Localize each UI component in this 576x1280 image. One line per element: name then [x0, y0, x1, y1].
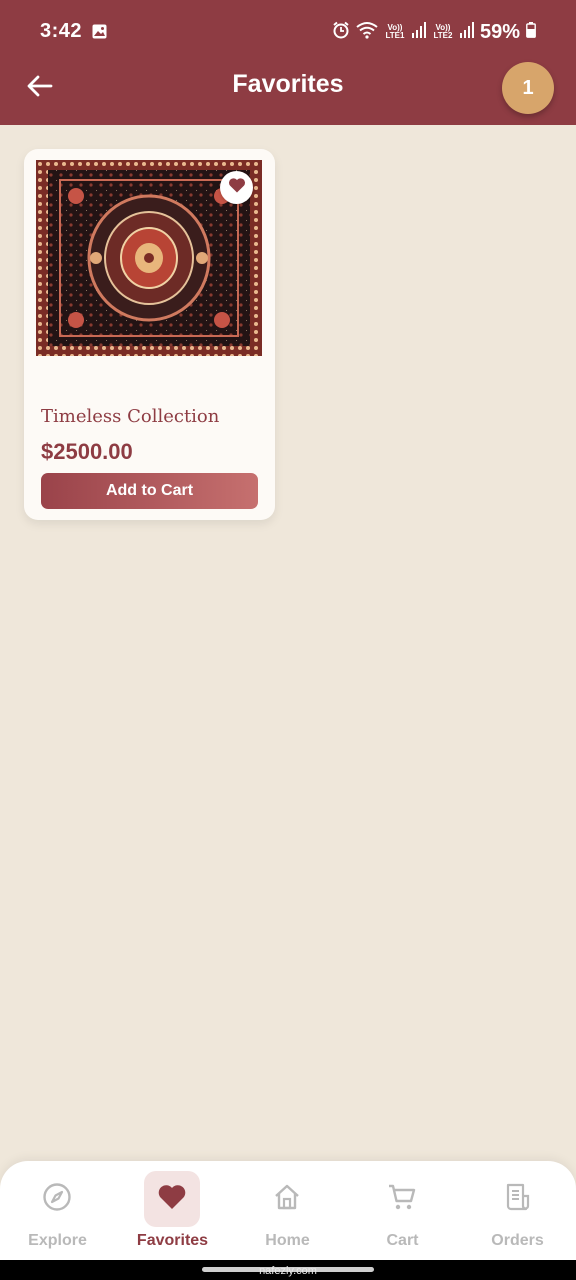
compass-icon	[42, 1182, 72, 1217]
favorite-toggle-button[interactable]	[220, 171, 253, 204]
battery-percent: 59%	[479, 20, 520, 43]
product-price: $2500.00	[41, 439, 133, 464]
alarm-icon	[332, 21, 350, 44]
bottom-navigation: Explore Favorites Home Cart Orders	[0, 1161, 576, 1260]
nav-favorites-label: Favorites	[136, 1232, 209, 1249]
home-icon	[272, 1182, 302, 1217]
receipt-icon	[502, 1182, 532, 1217]
nav-home[interactable]: Home	[230, 1161, 345, 1260]
nav-favorites[interactable]: Favorites	[115, 1161, 230, 1260]
nav-favorites-icon-wrap	[144, 1171, 200, 1227]
status-icons: Vo)) LTE1 Vo)) LTE2 59%	[332, 20, 536, 44]
app-bar: Favorites 1	[0, 60, 576, 125]
status-bar: 3:42 Vo)) LTE1 Vo)) LTE2 59%	[0, 0, 576, 60]
nav-explore[interactable]: Explore	[0, 1161, 115, 1260]
watermark: nafezly.com	[259, 1265, 317, 1277]
sim2-label: Vo)) LTE2	[433, 23, 453, 40]
nav-home-icon-wrap	[259, 1171, 315, 1227]
image-notification-icon	[92, 24, 107, 39]
signal-icon-2	[459, 21, 474, 43]
top-bar: 3:42 Vo)) LTE1 Vo)) LTE2 59% Favorites 1	[0, 0, 576, 125]
wifi-icon	[356, 21, 378, 44]
nav-orders-label: Orders	[491, 1232, 544, 1249]
favorites-count-badge[interactable]: 1	[502, 62, 554, 114]
product-name: Timeless Collection	[41, 406, 220, 427]
cart-icon	[387, 1182, 417, 1217]
nav-cart-icon-wrap	[374, 1171, 430, 1227]
page-title: Favorites	[232, 70, 344, 98]
nav-orders-icon-wrap	[489, 1171, 545, 1227]
nav-explore-label: Explore	[28, 1232, 87, 1249]
battery-icon	[526, 21, 536, 43]
nav-home-label: Home	[265, 1232, 310, 1249]
nav-cart[interactable]: Cart	[345, 1161, 460, 1260]
sim1-label: Vo)) LTE1	[385, 23, 405, 40]
signal-icon-1	[411, 21, 426, 43]
nav-explore-icon-wrap	[29, 1171, 85, 1227]
status-time: 3:42	[40, 20, 83, 42]
add-to-cart-button[interactable]: Add to Cart	[41, 473, 258, 509]
heart-icon	[228, 177, 246, 198]
nav-cart-label: Cart	[386, 1232, 419, 1249]
heart-icon	[157, 1183, 187, 1215]
nav-orders[interactable]: Orders	[460, 1161, 575, 1260]
